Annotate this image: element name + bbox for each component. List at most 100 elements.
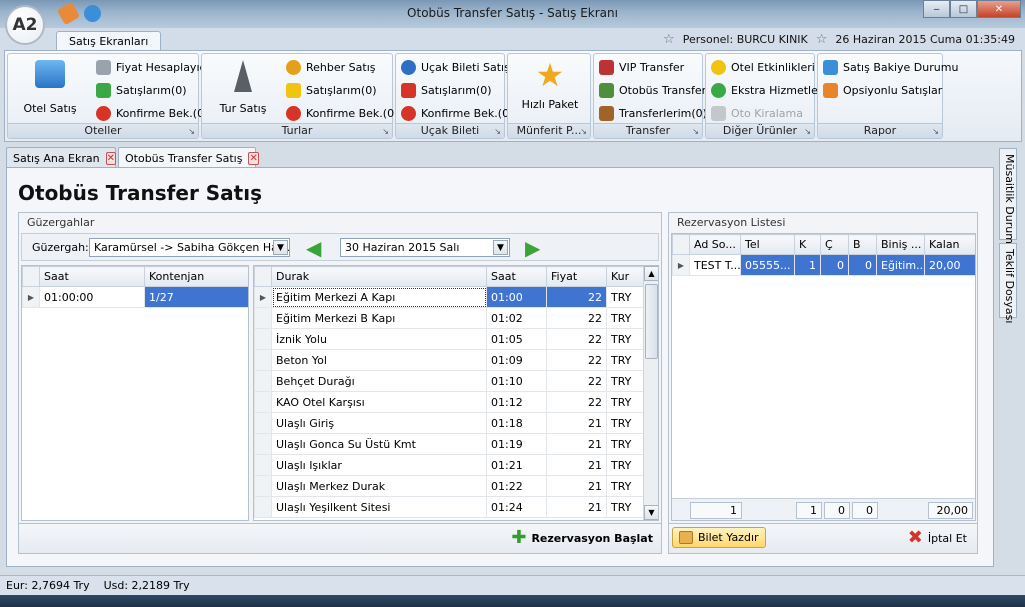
bilet-yazdir-button[interactable]: Bilet Yazdır xyxy=(672,527,766,548)
table-row[interactable]: İznik Yolu 01:05 22 TRY xyxy=(254,328,644,350)
column-header-kalan[interactable]: Kalan xyxy=(924,234,975,255)
otel-satislarim-button[interactable]: Satışlarım(0) xyxy=(96,81,187,99)
plus-icon xyxy=(711,82,726,98)
stops-scrollbar[interactable]: ▲ ▼ xyxy=(643,266,658,520)
hotel-icon xyxy=(35,60,65,88)
chevron-down-icon[interactable]: ▼ xyxy=(273,240,288,255)
scroll-thumb[interactable] xyxy=(645,284,658,359)
fiyat-hesaplayici-button[interactable]: Fiyat Hesaplayıcı xyxy=(96,58,209,76)
otel-etkinlikleri-button[interactable]: Otel Etkinlikleri xyxy=(711,58,815,76)
tur-satis-button[interactable]: Tur Satış xyxy=(212,58,274,115)
otel-konfirme-button[interactable]: Konfirme Bek.(0) xyxy=(96,104,208,122)
guzergahlar-panel: Güzergahlar Güzergah: Karamürsel -> Sabi… xyxy=(18,212,662,554)
total-c: 0 xyxy=(824,502,850,519)
rezervasyon-baslat-button[interactable]: ✚ Rezervasyon Başlat xyxy=(511,529,653,547)
hizli-paket-button[interactable]: ★ Hızlı Paket xyxy=(514,58,586,111)
column-header-binis[interactable]: Biniş ... xyxy=(876,234,925,255)
table-row[interactable]: ▶ TEST T... 05555... 1 0 0 Eğitim... 20,… xyxy=(672,254,975,276)
route-select[interactable]: Karamürsel -> Sabiha Gökçen Hav... ▼ xyxy=(89,238,290,257)
table-row[interactable]: Eğitim Merkezi B Kapı 01:02 22 TRY xyxy=(254,307,644,329)
ekstra-hizmetler-button[interactable]: Ekstra Hizmetler xyxy=(711,81,822,99)
ucak-bileti-satis-button[interactable]: Uçak Bileti Satış xyxy=(401,58,510,76)
satis-bakiye-durumu-button[interactable]: Satış Bakiye Durumu xyxy=(823,58,958,76)
table-row[interactable]: Ulaşlı Merkez Durak 01:22 21 TRY xyxy=(254,475,644,497)
otel-satis-button[interactable]: Otel Satış xyxy=(18,58,82,115)
no-entry-icon xyxy=(286,105,301,121)
column-header-kontenjan[interactable]: Kontenjan xyxy=(144,266,248,287)
table-row[interactable]: Ulaşlı Giriş 01:18 21 TRY xyxy=(254,412,644,434)
rehber-satis-button[interactable]: Rehber Satış xyxy=(286,58,375,76)
column-header-b[interactable]: B xyxy=(848,234,877,255)
otobus-transfer-button[interactable]: Otobüs Transfer xyxy=(599,81,706,99)
star-icon: ★ xyxy=(535,56,565,94)
tab-otobus-transfer-satis[interactable]: Otobüs Transfer Satış ✕ xyxy=(118,147,259,168)
maximize-button[interactable]: □ xyxy=(950,0,977,18)
column-header-tel[interactable]: Tel xyxy=(740,234,795,255)
launcher-icon[interactable]: ↘ xyxy=(804,127,811,136)
printer-icon xyxy=(679,531,693,544)
column-header-saat[interactable]: Saat xyxy=(486,266,547,287)
total-count: 1 xyxy=(690,502,742,519)
opsiyonlu-satislar-button[interactable]: Opsiyonlu Satışlar xyxy=(823,81,942,99)
scroll-up-icon[interactable]: ▲ xyxy=(644,266,658,281)
prev-date-icon[interactable]: ◀ xyxy=(306,238,321,258)
column-header-c[interactable]: Ç xyxy=(820,234,849,255)
table-row[interactable]: Ulaşlı Işıklar 01:21 21 TRY xyxy=(254,454,644,476)
tur-konfirme-button[interactable]: Konfirme Bek.(0) xyxy=(286,104,398,122)
launcher-icon[interactable]: ↘ xyxy=(494,127,501,136)
guide-icon xyxy=(286,59,301,75)
column-header-kur[interactable]: Kur xyxy=(606,266,644,287)
times-grid: Saat Kontenjan ▶ 01:00:00 1/27 xyxy=(21,265,249,521)
book-icon xyxy=(599,105,614,121)
close-tab-icon[interactable]: ✕ xyxy=(105,151,116,165)
rezervasyon-actionbar: Bilet Yazdır ✖ İptal Et xyxy=(669,523,977,553)
group-turlar: Tur Satış Rehber Satış Satışlarım(0) Kon… xyxy=(201,53,398,139)
close-tab-icon[interactable]: ✕ xyxy=(248,151,259,165)
bus-icon xyxy=(599,82,614,98)
transferlerim-button[interactable]: Transferlerim(0) xyxy=(599,104,707,122)
table-row[interactable]: Ulaşlı Gonca Su Üstü Kmt 01:19 21 TRY xyxy=(254,433,644,455)
side-tab-musaitlik-durumu[interactable]: Müsaitlik Durumu xyxy=(999,148,1017,251)
launcher-icon[interactable]: ↘ xyxy=(382,127,389,136)
column-header-ad-soyad[interactable]: Ad So... xyxy=(689,234,741,255)
scroll-down-icon[interactable]: ▼ xyxy=(644,505,658,520)
app-logo[interactable]: A2 xyxy=(5,5,45,45)
next-date-icon[interactable]: ▶ xyxy=(525,238,540,258)
route-label: Güzergah: xyxy=(32,241,89,254)
column-header-saat[interactable]: Saat xyxy=(39,266,145,287)
table-row[interactable]: ▶ Eğitim Merkezi A Kapı 01:00 22 TRY xyxy=(254,286,644,308)
oto-kiralama-button[interactable]: Oto Kiralama xyxy=(711,104,803,122)
total-b: 0 xyxy=(852,502,878,519)
iptal-et-button[interactable]: ✖ İptal Et xyxy=(907,527,967,548)
column-header-fiyat[interactable]: Fiyat xyxy=(546,266,607,287)
table-row[interactable]: ▶ 01:00:00 1/27 xyxy=(22,286,248,308)
close-button[interactable]: ✕ xyxy=(977,0,1021,18)
launcher-icon[interactable]: ↘ xyxy=(188,127,195,136)
chevron-down-icon[interactable]: ▼ xyxy=(493,240,508,255)
personel-label: Personel: BURCU KINIK xyxy=(682,33,808,46)
status-bar: Eur: 2,7694 Try Usd: 2,2189 Try xyxy=(0,575,1025,595)
vip-transfer-button[interactable]: VIP Transfer xyxy=(599,58,684,76)
table-row[interactable]: Beton Yol 01:09 22 TRY xyxy=(254,349,644,371)
minimize-button[interactable]: ‒ xyxy=(923,0,950,18)
table-row[interactable]: KAO Otel Karşısı 01:12 22 TRY xyxy=(254,391,644,413)
report-icon xyxy=(823,59,838,75)
tur-satislarim-button[interactable]: Satışlarım(0) xyxy=(286,81,377,99)
column-header-k[interactable]: K xyxy=(794,234,821,255)
date-select[interactable]: 30 Haziran 2015 Salı ▼ xyxy=(340,238,510,257)
launcher-icon[interactable]: ↘ xyxy=(932,127,939,136)
ucak-satislarim-button[interactable]: Satışlarım(0) xyxy=(401,81,492,99)
group-oteller: Otel Satış Fiyat Hesaplayıcı Satışlarım(… xyxy=(7,53,209,139)
side-tab-teklif-dosyasi[interactable]: Teklif Dosyası xyxy=(999,243,1017,323)
launcher-icon[interactable]: ↘ xyxy=(692,127,699,136)
launcher-icon[interactable]: ↘ xyxy=(580,127,587,136)
table-row[interactable]: Behçet Durağı 01:10 22 TRY xyxy=(254,370,644,392)
column-header-durak[interactable]: Durak xyxy=(271,266,487,287)
cancel-x-icon: ✖ xyxy=(907,527,923,548)
tab-satis-ana-ekran[interactable]: Satış Ana Ekran ✕ xyxy=(6,147,116,168)
table-row[interactable]: Ulaşlı Yeşilkent Sitesi 01:24 21 TRY xyxy=(254,496,644,518)
star-icon: ☆ xyxy=(663,32,675,47)
ribbon-tab-satis-ekranlari[interactable]: Satış Ekranları xyxy=(56,31,162,51)
ucak-konfirme-button[interactable]: Konfirme Bek.(0) xyxy=(401,104,513,122)
window-title: Otobüs Transfer Satış - Satış Ekranı xyxy=(407,6,618,20)
